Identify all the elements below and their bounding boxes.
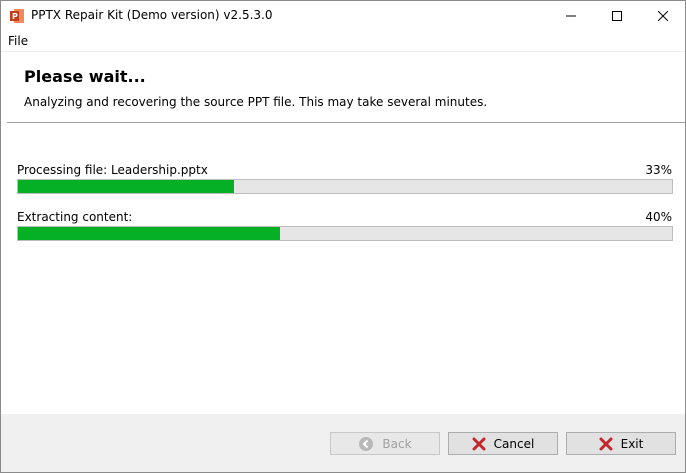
powerpoint-icon: P — [9, 8, 25, 24]
window-title: PPTX Repair Kit (Demo version) v2.5.3.0 — [31, 8, 273, 22]
progress-panel: Processing file: Leadership.pptx 33% Ext… — [1, 124, 685, 414]
processing-file-percent: 33% — [645, 163, 672, 177]
close-button[interactable] — [640, 1, 686, 31]
maximize-icon — [612, 11, 622, 21]
red-x-icon — [472, 437, 486, 450]
extracting-content-progress-bar — [17, 226, 673, 241]
maximize-button[interactable] — [594, 1, 640, 31]
processing-file-label: Processing file: Leadership.pptx — [17, 163, 208, 177]
svg-text:P: P — [12, 12, 18, 21]
close-icon — [658, 11, 668, 21]
red-x-icon — [599, 437, 613, 450]
extracting-content-percent: 40% — [645, 210, 672, 224]
back-arrow-icon — [359, 436, 374, 451]
exit-button[interactable]: Exit — [566, 432, 676, 455]
extracting-content-progress-fill — [18, 227, 280, 240]
cancel-button[interactable]: Cancel — [448, 432, 558, 455]
processing-file-progress-bar — [17, 179, 673, 194]
wizard-header: Please wait... Analyzing and recovering … — [1, 51, 685, 122]
extracting-content-label: Extracting content: — [17, 210, 133, 224]
processing-file-progress-fill — [18, 180, 234, 193]
back-button[interactable]: Back — [330, 432, 440, 455]
menu-bar: File — [1, 31, 685, 51]
cancel-button-label: Cancel — [493, 436, 535, 451]
app-window: P PPTX Repair Kit (Demo version) v2.5.3.… — [0, 0, 686, 473]
menu-file[interactable]: File — [8, 34, 28, 48]
page-title: Please wait... — [24, 67, 146, 86]
wizard-footer: Back Cancel Exit — [1, 414, 685, 472]
back-button-label: Back — [382, 436, 412, 451]
minimize-button[interactable] — [548, 1, 594, 31]
minimize-icon — [566, 15, 576, 17]
exit-button-label: Exit — [620, 436, 644, 451]
page-description: Analyzing and recovering the source PPT … — [24, 95, 488, 109]
title-bar[interactable]: P PPTX Repair Kit (Demo version) v2.5.3.… — [1, 1, 685, 31]
